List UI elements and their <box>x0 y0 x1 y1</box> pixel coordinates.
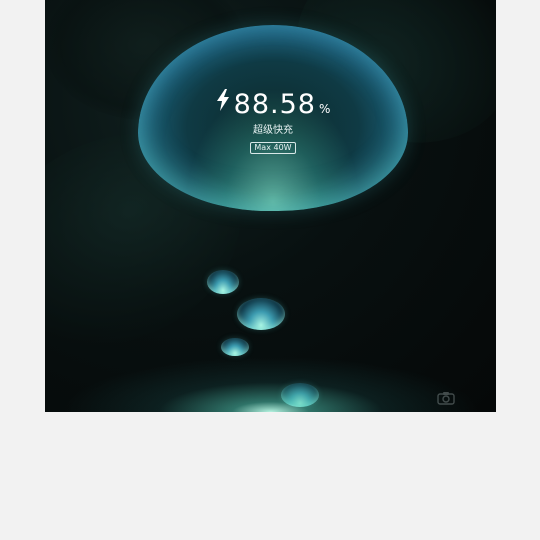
percent-sign: % <box>318 102 331 116</box>
charge-percentage-row: 88.58% <box>138 89 408 120</box>
rising-bubble <box>237 298 285 330</box>
max-power-badge-wrap: Max 40W <box>138 135 408 154</box>
battery-percentage: 88.58 <box>233 89 316 120</box>
max-power-badge: Max 40W <box>250 142 296 154</box>
page: 88.58% 超级快充 Max 40W <box>0 0 540 540</box>
charging-screen: 88.58% 超级快充 Max 40W <box>45 0 496 412</box>
charging-port-glow <box>45 352 496 412</box>
camera-icon[interactable] <box>437 391 455 405</box>
rising-bubble <box>207 270 239 294</box>
charging-mode-label: 超级快充 <box>253 125 293 136</box>
lightning-bolt-icon <box>216 89 229 111</box>
